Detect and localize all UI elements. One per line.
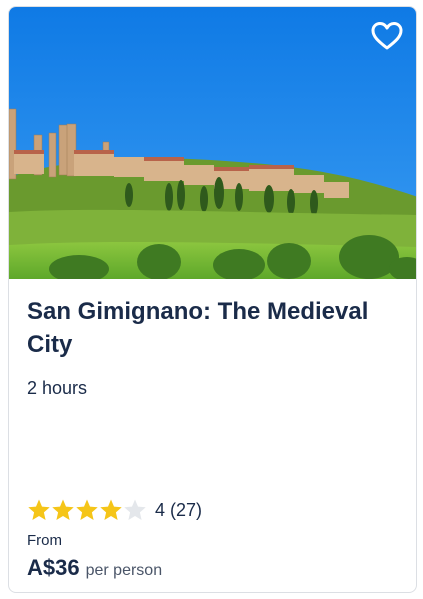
rating: 4 (27)	[27, 498, 202, 522]
landscape-illustration	[9, 7, 416, 279]
review-count: (27)	[170, 499, 203, 520]
price-amount: A$36	[27, 555, 80, 580]
star-filled-icon	[76, 499, 98, 520]
star-filled-icon	[28, 499, 50, 520]
star-empty-icon	[124, 499, 146, 520]
price-unit: per person	[85, 562, 163, 579]
price: A$36 per person	[27, 555, 162, 581]
star-rating	[27, 498, 147, 522]
activity-card[interactable]: San Gimignano: The Medieval City 2 hours…	[8, 6, 417, 593]
activity-duration: 2 hours	[27, 378, 88, 398]
price-from-label: From	[27, 532, 62, 549]
activity-title[interactable]: San Gimignano: The Medieval City	[27, 295, 399, 361]
star-filled-icon	[52, 499, 74, 520]
wishlist-heart-icon[interactable]	[368, 17, 406, 55]
star-filled-icon	[100, 499, 122, 520]
rating-value: 4	[155, 499, 166, 520]
activity-image[interactable]	[9, 7, 416, 279]
